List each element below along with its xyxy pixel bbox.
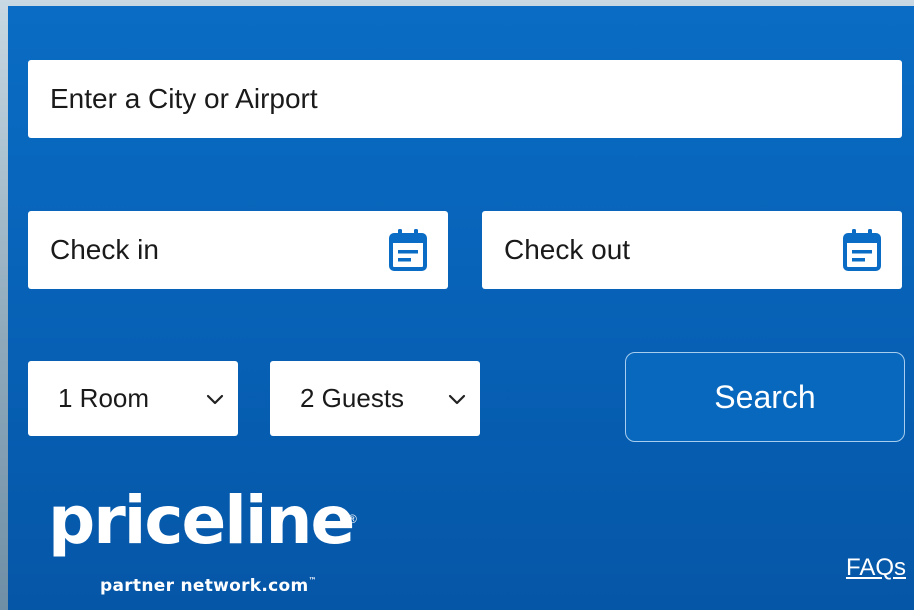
guests-select[interactable]: 2 Guests bbox=[270, 361, 480, 436]
check-out-field[interactable]: Check out bbox=[482, 211, 902, 289]
chevron-down-icon bbox=[206, 394, 224, 404]
destination-placeholder: Enter a City or Airport bbox=[50, 83, 318, 114]
search-button[interactable]: Search bbox=[625, 352, 905, 442]
logo-trademark: ™ bbox=[308, 576, 317, 585]
rooms-value: 1 Room bbox=[58, 383, 150, 413]
logo-tagline-text: partner network.com bbox=[100, 576, 309, 596]
rooms-select[interactable]: 1 Room bbox=[28, 361, 238, 436]
destination-input[interactable]: Enter a City or Airport bbox=[28, 60, 902, 138]
check-in-placeholder: Check in bbox=[50, 234, 159, 265]
hotel-search-widget: Enter a City or Airport Check in Check o… bbox=[8, 6, 914, 610]
priceline-logo: priceline ® partner network.com™ bbox=[48, 488, 368, 604]
logo-registered-mark: ® bbox=[348, 512, 357, 526]
logo-tagline: partner network.com™ bbox=[100, 576, 317, 596]
check-out-placeholder: Check out bbox=[504, 234, 631, 265]
logo-wordmark: priceline bbox=[48, 482, 355, 559]
chevron-down-icon bbox=[448, 394, 466, 404]
guests-value: 2 Guests bbox=[300, 383, 405, 413]
calendar-icon[interactable] bbox=[388, 228, 428, 272]
calendar-icon[interactable] bbox=[842, 228, 882, 272]
check-in-field[interactable]: Check in bbox=[28, 211, 448, 289]
faqs-link[interactable]: FAQs bbox=[846, 554, 906, 582]
